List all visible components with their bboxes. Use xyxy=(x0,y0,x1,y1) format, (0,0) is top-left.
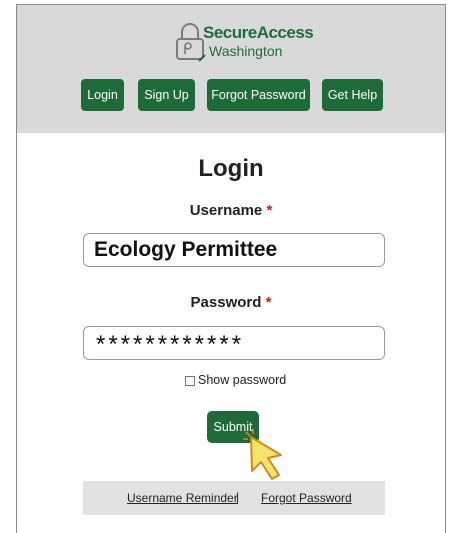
footer-separator: | xyxy=(236,490,240,504)
username-label: Username * xyxy=(17,202,445,219)
page-title: Login xyxy=(198,155,264,182)
nav-signup-button[interactable]: Sign Up xyxy=(138,79,195,111)
username-value: Ecology Permittee xyxy=(94,238,278,261)
brand-title: SecureAccess xyxy=(203,23,314,42)
nav-login-button[interactable]: Login xyxy=(81,79,124,111)
forgot-password-link[interactable]: Forgot Password xyxy=(261,491,352,505)
required-marker: * xyxy=(265,294,272,311)
username-reminder-link[interactable]: Username Reminder xyxy=(127,491,238,505)
padlock-icon xyxy=(176,23,206,62)
password-input[interactable]: ************ xyxy=(83,326,385,360)
required-marker: * xyxy=(266,202,273,219)
password-mask: ************ xyxy=(96,331,245,358)
nav-forgot-password-button[interactable]: Forgot Password xyxy=(207,79,310,111)
username-input[interactable]: Ecology Permittee xyxy=(83,233,385,267)
site-header: SecureAccess Washington Login Sign Up Fo… xyxy=(17,5,445,133)
password-label: Password * xyxy=(17,294,445,311)
footer-links: Username Reminder | Forgot Password xyxy=(83,481,385,515)
nav-get-help-button[interactable]: Get Help xyxy=(322,79,383,111)
browser-frame: SecureAccess Washington Login Sign Up Fo… xyxy=(16,4,446,533)
password-label-text: Password xyxy=(190,294,262,311)
secureaccess-logo[interactable]: SecureAccess Washington xyxy=(173,21,323,65)
show-password-checkbox[interactable] xyxy=(185,376,195,386)
brand-subtitle: Washington xyxy=(209,43,283,59)
username-label-text: Username xyxy=(189,202,263,219)
show-password-label: Show password xyxy=(198,373,287,387)
